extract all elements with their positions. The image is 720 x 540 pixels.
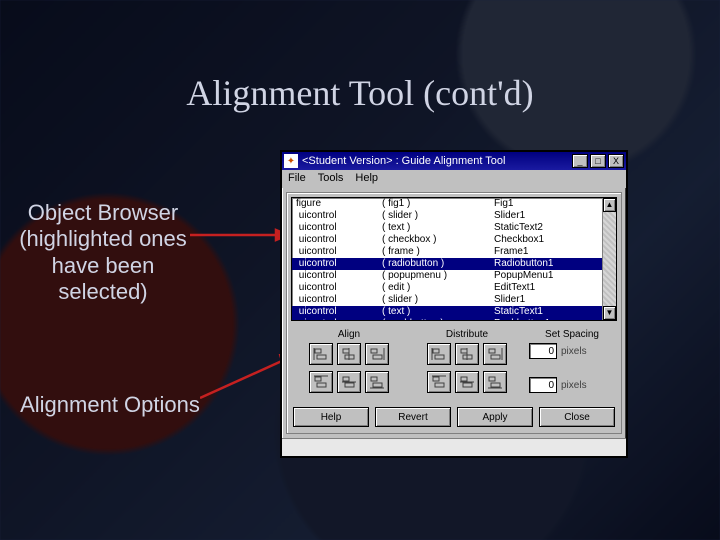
spacing-v-unit: pixels — [561, 346, 587, 357]
align-bottom-icon[interactable] — [365, 371, 389, 393]
distribute-bottom-icon[interactable] — [483, 371, 507, 393]
close-button-2[interactable]: Close — [539, 407, 615, 427]
list-item[interactable]: uicontrol( frame )Frame1 — [292, 246, 616, 258]
list-item[interactable]: uicontrol( radiobutton )Radiobutton1 — [292, 258, 616, 270]
align-label: Align — [293, 329, 405, 340]
spacing-group: Set Spacing 0 pixels 0 pixels — [529, 327, 615, 397]
alignment-tool-window: ✦ <Student Version> : Guide Alignment To… — [280, 150, 628, 458]
list-item[interactable]: uicontrol( pushbutton )Pushbutton1 — [292, 318, 616, 321]
distribute-group: Distribute — [411, 327, 523, 397]
align-right-icon[interactable] — [365, 343, 389, 365]
statusbar — [282, 438, 626, 456]
callout-object-browser: Object Browser (highlighted ones have be… — [8, 200, 198, 306]
scroll-track[interactable] — [603, 212, 616, 306]
list-item[interactable]: uicontrol( text )StaticText1 — [292, 306, 616, 318]
maximize-button[interactable]: □ — [590, 154, 606, 168]
list-item[interactable]: uicontrol( checkbox )Checkbox1 — [292, 234, 616, 246]
button-bar: Help Revert Apply Close — [287, 403, 621, 433]
window-title: <Student Version> : Guide Alignment Tool — [302, 155, 505, 167]
list-item[interactable]: uicontrol( edit )EditText1 — [292, 282, 616, 294]
object-browser-list[interactable]: figure( fig1 )Fig1 uicontrol( slider )Sl… — [291, 197, 617, 321]
list-item[interactable]: uicontrol( slider )Slider1 — [292, 210, 616, 222]
distribute-label: Distribute — [411, 329, 523, 340]
list-item[interactable]: uicontrol( text )StaticText2 — [292, 222, 616, 234]
callout-alignment-options: Alignment Options — [10, 392, 210, 418]
distribute-center-v-icon[interactable] — [455, 371, 479, 393]
distribute-top-icon[interactable] — [427, 371, 451, 393]
align-center-v-icon[interactable] — [337, 371, 361, 393]
spacing-label: Set Spacing — [529, 329, 615, 340]
align-group: Align — [293, 327, 405, 397]
menubar: File Tools Help — [282, 170, 626, 188]
menu-file[interactable]: File — [288, 172, 306, 186]
arrow-to-list — [190, 225, 290, 245]
list-item[interactable]: figure( fig1 )Fig1 — [292, 198, 616, 210]
distribute-center-h-icon[interactable] — [455, 343, 479, 365]
app-icon: ✦ — [284, 154, 298, 168]
minimize-button[interactable]: _ — [572, 154, 588, 168]
close-button[interactable]: X — [608, 154, 624, 168]
align-center-h-icon[interactable] — [337, 343, 361, 365]
distribute-left-icon[interactable] — [427, 343, 451, 365]
spacing-h-input[interactable]: 0 — [529, 377, 557, 393]
scroll-down-button[interactable]: ▼ — [603, 306, 616, 320]
spacing-h-unit: pixels — [561, 380, 587, 391]
slide-title: Alignment Tool (cont'd) — [0, 72, 720, 114]
align-top-icon[interactable] — [309, 371, 333, 393]
spacing-v-input[interactable]: 0 — [529, 343, 557, 359]
help-button[interactable]: Help — [293, 407, 369, 427]
main-panel: figure( fig1 )Fig1 uicontrol( slider )Sl… — [286, 192, 622, 434]
list-item[interactable]: uicontrol( popupmenu )PopupMenu1 — [292, 270, 616, 282]
revert-button[interactable]: Revert — [375, 407, 451, 427]
titlebar[interactable]: ✦ <Student Version> : Guide Alignment To… — [282, 152, 626, 170]
menu-tools[interactable]: Tools — [318, 172, 344, 186]
distribute-right-icon[interactable] — [483, 343, 507, 365]
menu-help[interactable]: Help — [355, 172, 378, 186]
apply-button[interactable]: Apply — [457, 407, 533, 427]
align-left-icon[interactable] — [309, 343, 333, 365]
scrollbar[interactable]: ▲ ▼ — [602, 198, 616, 320]
list-item[interactable]: uicontrol( slider )Slider1 — [292, 294, 616, 306]
scroll-up-button[interactable]: ▲ — [603, 198, 616, 212]
